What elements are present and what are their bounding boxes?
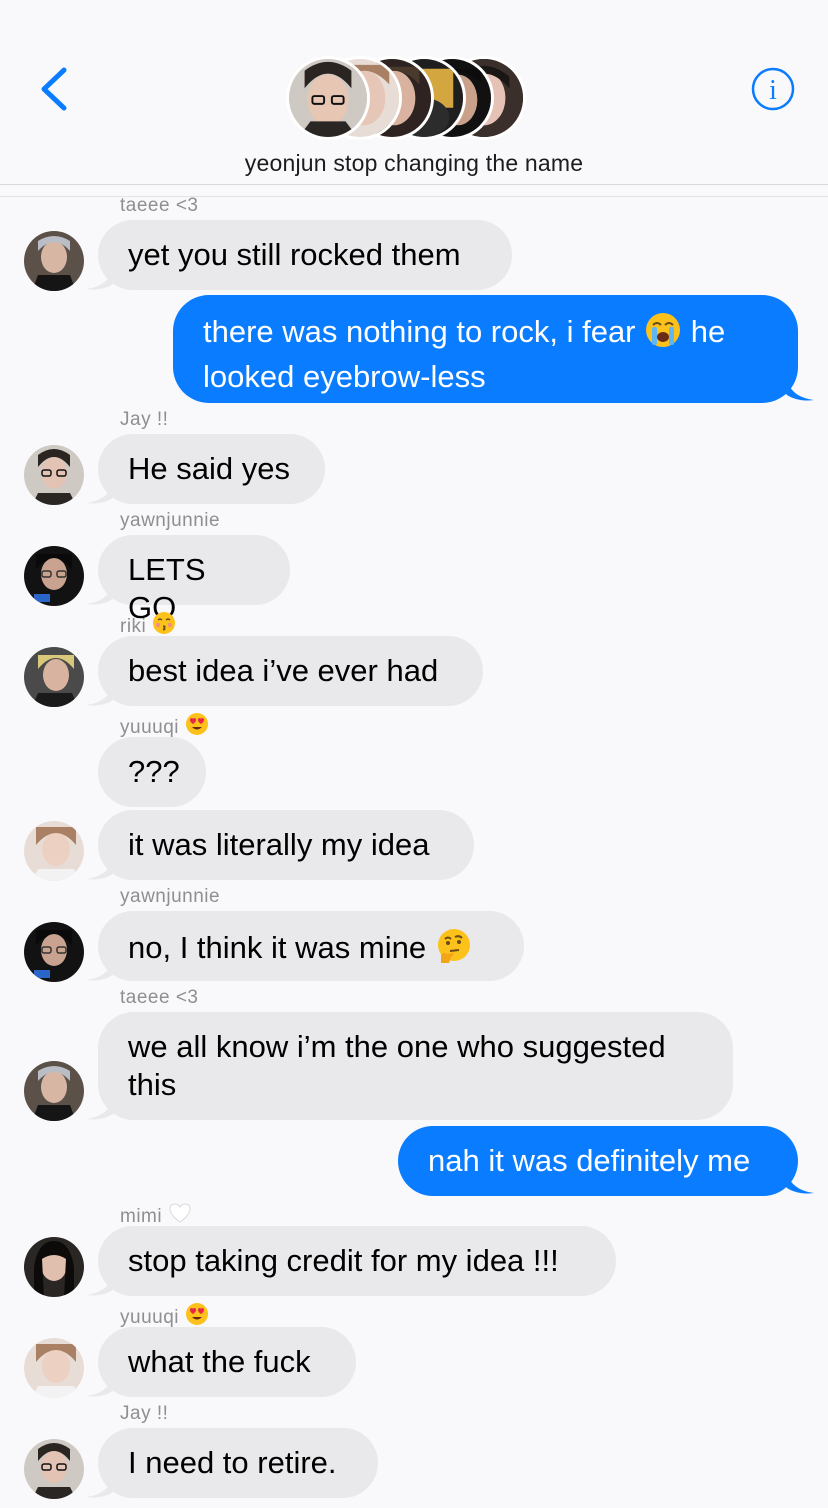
svg-text:i: i (769, 75, 777, 106)
bubble-tail (786, 376, 814, 401)
message-bubble[interactable]: LETS GO (98, 535, 290, 625)
avatar[interactable] (24, 1237, 84, 1297)
message-bubble[interactable]: yet you still rocked them (98, 220, 512, 290)
message-text: yet you still rocked them (128, 237, 461, 272)
sender-name: yawnjunnie (120, 510, 221, 531)
conversation-header: yeonjun stop changing the name i (0, 0, 828, 185)
message-bubble[interactable]: we all know i’m the one who suggested th… (98, 1012, 733, 1120)
group-avatar-stack[interactable] (286, 56, 526, 144)
avatar[interactable] (24, 922, 84, 982)
message-text: I need to retire. (128, 1445, 337, 1480)
message-text: He said yes (128, 451, 290, 486)
message-bubble[interactable]: stop taking credit for my idea !!! (98, 1226, 616, 1296)
message-bubble[interactable]: nah it was definitely me (398, 1126, 798, 1196)
avatar[interactable] (24, 1061, 84, 1121)
message-text: what the fuck (128, 1344, 311, 1379)
info-icon: i (751, 67, 795, 111)
thinking-face-icon (435, 927, 473, 974)
avatar[interactable] (24, 1439, 84, 1499)
group-title[interactable]: yeonjun stop changing the name (0, 150, 828, 177)
sender-name: taeee <3 (120, 195, 199, 216)
message-bubble[interactable]: it was literally my idea (98, 810, 474, 880)
message-text: we all know i’m the one who suggested th… (128, 1029, 666, 1102)
back-button[interactable] (36, 64, 76, 114)
message-text: there was nothing to rock, i fear (203, 314, 645, 349)
message-text: it was literally my idea (128, 827, 430, 862)
message-bubble[interactable]: He said yes (98, 434, 325, 504)
info-button[interactable]: i (751, 67, 795, 111)
message-text: ??? (128, 754, 180, 789)
chevron-left-icon (41, 67, 67, 111)
avatar[interactable] (24, 231, 84, 291)
message-text: stop taking credit for my idea !!! (128, 1243, 559, 1278)
avatar[interactable] (24, 546, 84, 606)
avatar[interactable] (24, 445, 84, 505)
message-text: best idea i’ve ever had (128, 653, 439, 688)
message-bubble[interactable]: no, I think it was mine (98, 911, 524, 981)
avatar[interactable] (24, 1338, 84, 1398)
loudly-crying-face-icon (644, 311, 682, 358)
heart-eyes-face-icon (185, 712, 209, 742)
message-text: nah it was definitely me (428, 1143, 751, 1178)
sender-name: yawnjunnie (120, 886, 221, 907)
sender-name: taeee <3 (120, 987, 199, 1008)
avatar[interactable] (24, 647, 84, 707)
message-bubble[interactable]: what the fuck (98, 1327, 356, 1397)
avatar (286, 56, 370, 140)
message-text: no, I think it was mine (128, 930, 435, 965)
message-bubble[interactable]: there was nothing to rock, i fear he loo… (173, 295, 798, 403)
sender-name: Jay !! (120, 1403, 169, 1424)
sender-name: Jay !! (120, 409, 169, 430)
avatar[interactable] (24, 821, 84, 881)
message-bubble[interactable]: I need to retire. (98, 1428, 378, 1498)
message-bubble[interactable]: best idea i’ve ever had (98, 636, 483, 706)
bubble-tail (786, 1169, 814, 1194)
message-bubble[interactable]: ??? (98, 737, 206, 807)
